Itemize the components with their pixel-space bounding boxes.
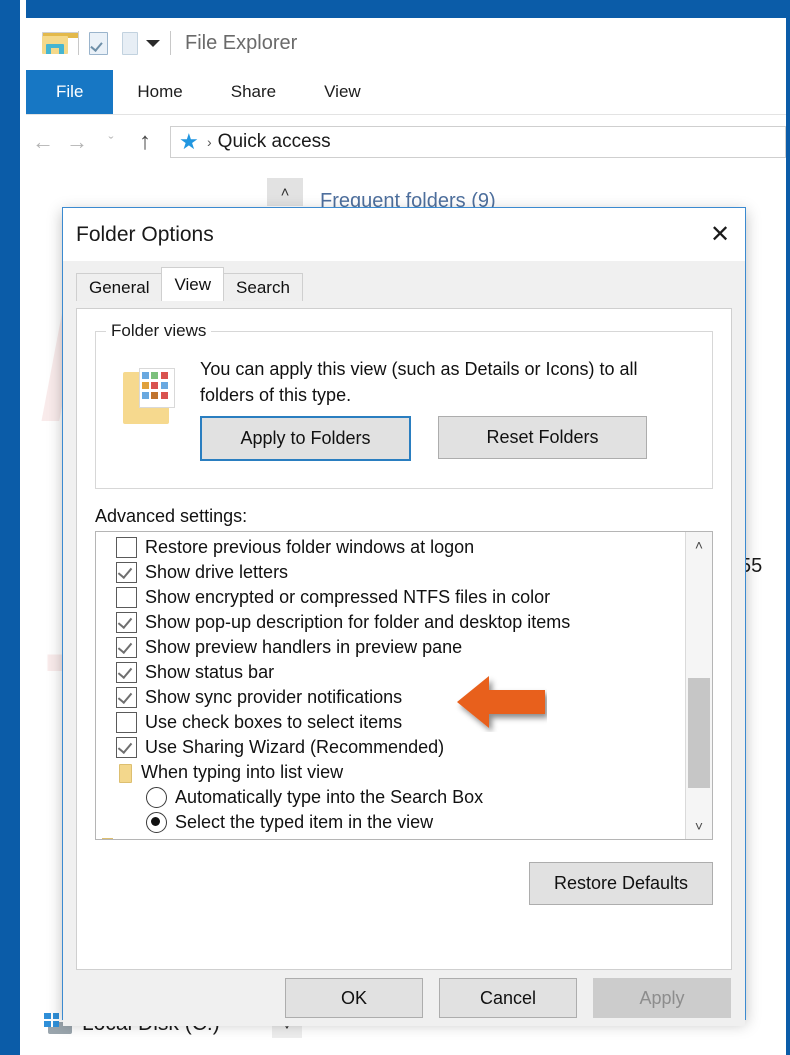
advanced-setting-label: Show drive letters [145,562,288,583]
advanced-setting-row[interactable]: Show status bar [96,660,685,685]
ribbon-tab-view[interactable]: View [300,70,385,114]
advanced-setting-row[interactable]: Show drive letters [96,560,685,585]
scroll-down-icon[interactable]: ˅ [686,813,712,839]
folder-views-icon [123,368,175,424]
explorer-window-title: File Explorer [181,32,297,55]
folder-views-legend: Folder views [106,321,211,341]
advanced-setting-row[interactable]: Navigation pane [96,835,685,839]
breadcrumb-separator: › [207,134,212,150]
toolbar-divider-2 [170,31,171,55]
apply-to-folders-button[interactable]: Apply to Folders [200,416,411,461]
folder-group-icon [102,838,123,840]
scrollbar-thumb[interactable] [688,678,710,788]
checkbox[interactable] [116,612,137,633]
advanced-setting-label: Select the typed item in the view [175,812,433,833]
advanced-setting-row[interactable]: Use Sharing Wizard (Recommended) [96,735,685,760]
forward-button[interactable]: → [60,129,94,155]
advanced-setting-row[interactable]: Select the typed item in the view [96,810,685,835]
up-button[interactable]: ↑ [128,128,162,156]
tab-view[interactable]: View [161,267,224,301]
folder-icon[interactable] [42,32,68,54]
ribbon-tab-home[interactable]: Home [113,70,206,114]
radio-button[interactable] [146,787,167,808]
advanced-setting-label: Show encrypted or compressed NTFS files … [145,587,550,608]
advanced-setting-label: Automatically type into the Search Box [175,787,483,808]
recent-locations-button[interactable]: ˇ [94,134,128,151]
window-left-border [0,0,20,1055]
advanced-setting-row[interactable]: Use check boxes to select items [96,710,685,735]
advanced-setting-label: Show sync provider notifications [145,687,402,708]
advanced-setting-row[interactable]: Restore previous folder windows at logon [96,535,685,560]
dialog-footer: OK Cancel Apply [63,970,745,1026]
advanced-setting-row[interactable]: Show pop-up description for folder and d… [96,610,685,635]
scrollbar-track[interactable] [686,558,712,813]
customize-caret-icon[interactable] [146,40,160,47]
dialog-title: Folder Options [76,223,214,247]
tab-search[interactable]: Search [223,273,303,301]
collapse-ribbon-button[interactable]: ˄ [267,178,303,206]
advanced-setting-label: Show status bar [145,662,274,683]
checkbox[interactable] [116,637,137,658]
apply-button: Apply [593,978,731,1018]
new-folder-icon[interactable] [122,32,138,55]
advanced-setting-row[interactable]: Show encrypted or compressed NTFS files … [96,585,685,610]
orange-left-arrow-icon [455,672,547,732]
advanced-setting-label: Use check boxes to select items [145,712,402,733]
advanced-settings-listbox[interactable]: Restore previous folder windows at logon… [95,531,713,840]
folder-views-group: Folder views You can apply this view (su… [95,331,713,489]
view-tab-panel: Folder views You can apply this view (su… [76,308,732,970]
checkbox[interactable] [116,587,137,608]
checkbox[interactable] [116,737,137,758]
advanced-setting-row[interactable]: Show sync provider notifications [96,685,685,710]
checkbox[interactable] [116,662,137,683]
checkbox[interactable] [116,712,137,733]
cancel-button[interactable]: Cancel [439,978,577,1018]
folder-views-description: You can apply this view (such as Details… [200,356,694,408]
ribbon-tab-file[interactable]: File [26,70,113,114]
advanced-settings-list: Restore previous folder windows at logon… [96,532,685,839]
address-bar: ← → ˇ ↑ ★ › Quick access [26,118,786,166]
scroll-up-icon[interactable]: ˄ [686,532,712,558]
advanced-setting-row[interactable]: When typing into list view [96,760,685,785]
window-right-border [786,0,790,1055]
folder-options-dialog: Folder Options ✕ General View Search Fol… [62,207,746,1020]
restore-defaults-button[interactable]: Restore Defaults [529,862,713,905]
back-button[interactable]: ← [26,129,60,155]
close-icon[interactable]: ✕ [695,209,745,261]
advanced-setting-label: Restore previous folder windows at logon [145,537,474,558]
advanced-setting-label: Use Sharing Wizard (Recommended) [145,737,444,758]
breadcrumb-quick-access[interactable]: Quick access [218,131,331,153]
checkbox[interactable] [116,537,137,558]
quick-access-toolbar[interactable]: File Explorer [26,31,297,55]
checkbox[interactable] [116,687,137,708]
advanced-setting-row[interactable]: Show preview handlers in preview pane [96,635,685,660]
properties-icon[interactable] [89,32,108,55]
advanced-settings-scrollbar[interactable]: ˄ ˅ [685,532,712,839]
ok-button[interactable]: OK [285,978,423,1018]
advanced-setting-label: Show pop-up description for folder and d… [145,612,570,633]
radio-button[interactable] [146,812,167,833]
explorer-titlebar: File Explorer [26,18,786,68]
address-input[interactable]: ★ › Quick access [170,126,786,158]
folder-views-buttons: Apply to Folders Reset Folders [200,416,647,461]
ribbon-tab-share[interactable]: Share [207,70,300,114]
dialog-tabstrip: General View Search [76,268,745,301]
tab-general[interactable]: General [76,273,162,301]
advanced-setting-label: Navigation pane [129,837,259,839]
dialog-titlebar: Folder Options ✕ [63,208,745,261]
folder-group-icon [116,763,133,782]
ribbon-tabs: File Home Share View [26,70,786,115]
advanced-setting-row[interactable]: Automatically type into the Search Box [96,785,685,810]
advanced-setting-label: Show preview handlers in preview pane [145,637,462,658]
reset-folders-button[interactable]: Reset Folders [438,416,647,459]
quick-access-star-icon: ★ [179,131,201,153]
window-top-border [0,0,790,18]
advanced-setting-label: When typing into list view [141,762,343,783]
advanced-settings-label: Advanced settings: [95,506,247,527]
dialog-body: General View Search Folder views [63,268,745,1026]
checkbox[interactable] [116,562,137,583]
